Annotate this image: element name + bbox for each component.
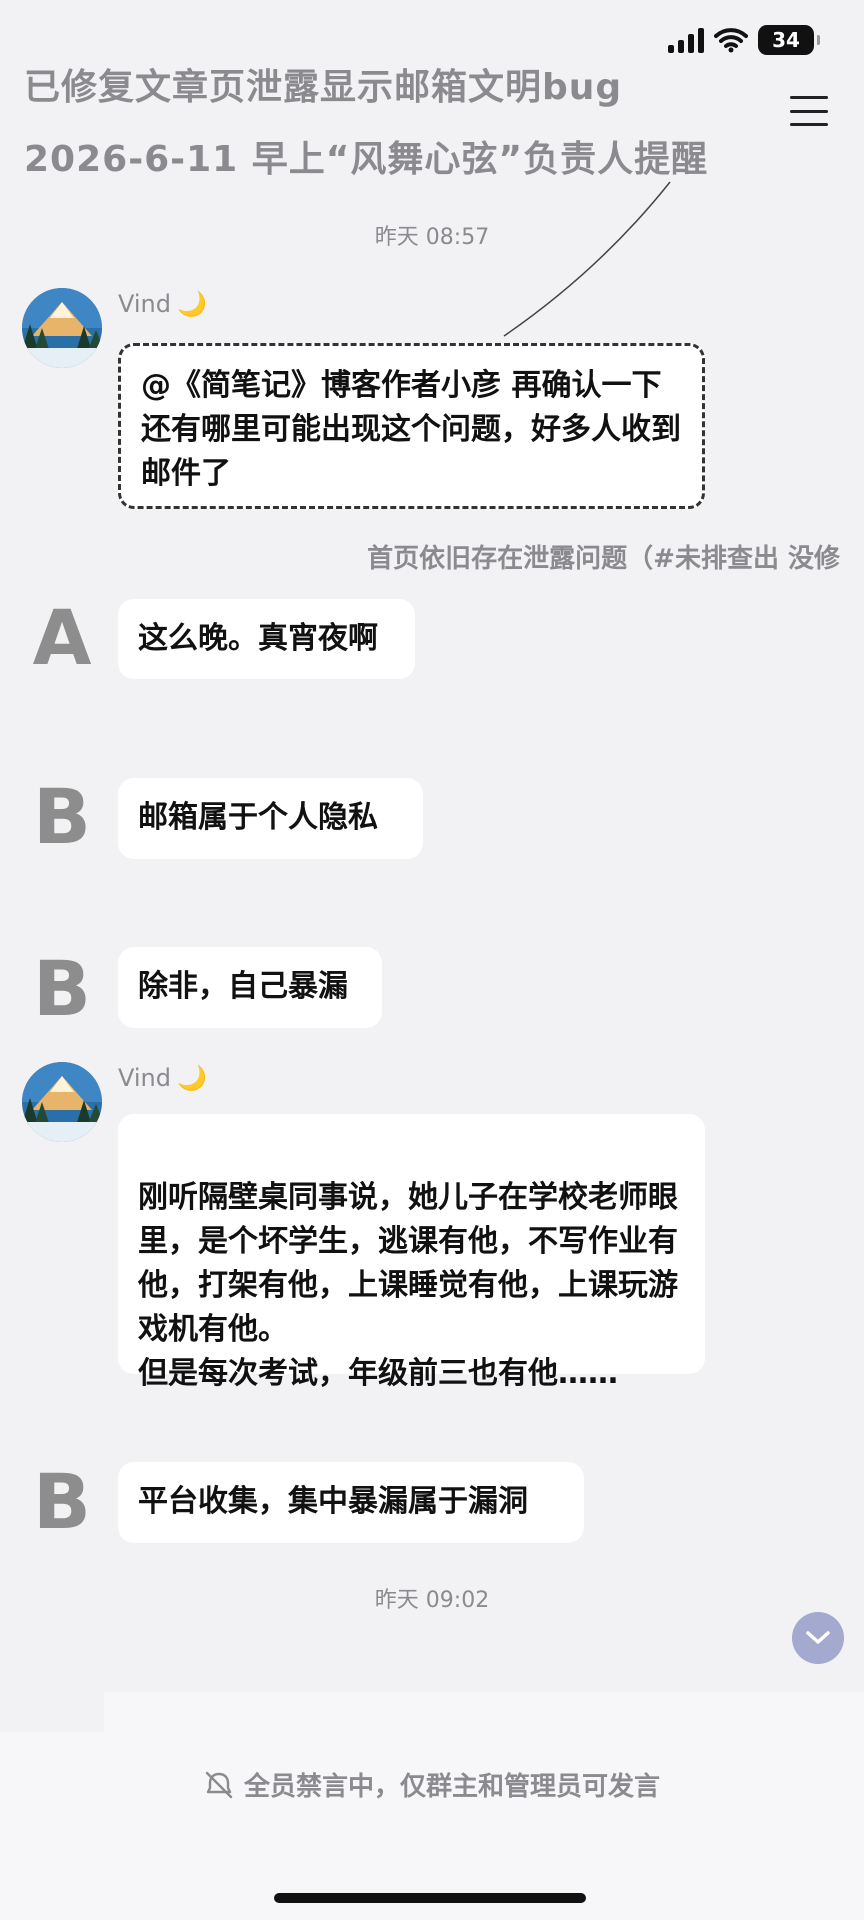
sender-name-text: Vind [118,290,172,318]
chat-screen: 34 已修复文章页泄露显示邮箱文明bug 2026-6-11 早上“风舞心弦”负… [0,0,864,1920]
message-bubble[interactable]: @《简笔记》博客作者小彦 再确认一下还有哪里可能出现这个问题，好多人收到邮件了 [118,343,705,509]
message-bubble[interactable]: 平台收集，集中暴漏属于漏洞 [118,1462,584,1543]
message-text: 刚听隔壁桌同事说，她儿子在学校老师眼里，是个坏学生，逃课有他，不写作业有他，打架… [138,1180,678,1391]
avatar-image [22,288,102,368]
home-indicator [274,1893,586,1903]
message-text: 平台收集，集中暴漏属于漏洞 [138,1484,528,1519]
message-bubble[interactable]: 刚听隔壁桌同事说，她儿子在学校老师眼里，是个坏学生，逃课有他，不写作业有他，打架… [118,1114,705,1391]
signal-icon [668,27,704,53]
message-text: 除非，自己暴漏 [138,969,348,1004]
sender-name: Vind 🌙 [118,290,207,318]
timestamp: 昨天 08:57 [374,225,490,250]
mute-icon [205,1771,233,1798]
moon-emoji: 🌙 [177,1064,207,1092]
scroll-down-button[interactable] [792,1612,844,1664]
sender-name-text: Vind [118,1064,172,1092]
letter-avatar[interactable]: B [22,779,102,855]
letter-avatar[interactable]: B [22,951,102,1027]
mute-notice-text: 全员禁言中，仅群主和管理员可发言 [243,1772,660,1802]
avatar[interactable] [22,288,102,368]
message-bubble[interactable]: 除非，自己暴漏 [118,947,382,1028]
message-bubble[interactable]: 邮箱属于个人隐私 [118,778,423,859]
avatar-image [22,1062,102,1142]
battery-icon: 34 [758,25,820,55]
title-line-2: 2026-6-11 早上“风舞心弦”负责人提醒 [24,139,709,180]
footer-divider [0,1692,100,1732]
letter-avatar[interactable]: B [22,1464,102,1540]
title-line-1: 已修复文章页泄露显示邮箱文明bug [24,67,623,108]
menu-icon[interactable] [790,96,828,126]
message-text: @《简笔记》博客作者小彦 再确认一下还有哪里可能出现这个问题，好多人收到邮件了 [141,368,681,491]
annotation-note: 首页依旧存在泄露问题（#未排查出 没修 [367,544,840,574]
message-bubble[interactable]: 这么晚。真宵夜啊 [118,599,415,679]
chevron-down-icon [806,1631,830,1644]
timestamp: 昨天 09:02 [374,1588,490,1613]
battery-level: 34 [772,28,800,52]
letter-avatar[interactable]: A [22,600,102,676]
message-text: 这么晚。真宵夜啊 [138,621,378,656]
avatar[interactable] [22,1062,102,1142]
moon-emoji: 🌙 [177,290,207,318]
sender-name: Vind 🌙 [118,1064,207,1092]
message-text: 邮箱属于个人隐私 [138,800,378,835]
status-bar: 34 [668,22,820,58]
footer-bar [0,1732,864,1920]
mute-notice: 全员禁言中，仅群主和管理员可发言 [0,1766,864,1803]
wifi-icon [714,27,748,53]
footer-edge [104,1692,864,1732]
